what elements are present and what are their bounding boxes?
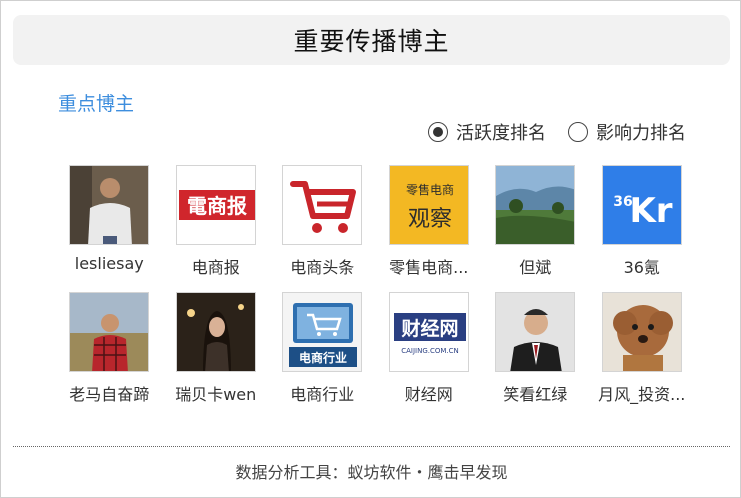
dog-photo-icon: [602, 293, 681, 371]
title-bar: 重要传播博主: [13, 15, 730, 65]
caijing-logo-icon: 财经网 CAIJING.COM.CN: [389, 293, 468, 371]
radio-unselected-icon[interactable]: [568, 122, 588, 142]
person-photo-icon: [496, 293, 575, 371]
ranking-options: 活跃度排名 影响力排名: [428, 119, 686, 145]
blogger-name[interactable]: 电商报: [164, 254, 268, 278]
blogger-item[interactable]: lesliesay: [56, 165, 163, 278]
retail-ecommerce-logo-icon: 零售电商 观察: [389, 166, 468, 244]
svg-text:观察: 观察: [408, 207, 452, 232]
person-photo-icon: [70, 293, 149, 371]
blogger-item[interactable]: 電商报 电商报: [163, 165, 270, 278]
page-title: 重要传播博主: [293, 27, 450, 56]
rank-by-influence-label: 影响力排名: [596, 123, 686, 144]
blogger-avatar[interactable]: 電商报: [175, 165, 256, 245]
svg-text:CAIJING.COM.CN: CAIJING.COM.CN: [401, 347, 459, 355]
blogger-item[interactable]: 瑞贝卡wen: [163, 292, 270, 405]
shopping-cart-logo-icon: [283, 166, 362, 244]
blogger-name[interactable]: 电商行业: [270, 381, 374, 405]
blogger-name[interactable]: 瑞贝卡wen: [164, 381, 268, 405]
36kr-logo-icon: 36 Kr: [602, 166, 681, 244]
blogger-name[interactable]: 零售电商...: [377, 254, 481, 278]
dianshangbao-logo-icon: 電商报: [176, 166, 255, 244]
section-title: 重点博主: [58, 93, 135, 115]
blogger-name[interactable]: 但斌: [483, 254, 587, 278]
blogger-avatar[interactable]: [495, 165, 576, 245]
radio-selected-icon[interactable]: [428, 122, 448, 142]
blogger-item[interactable]: 零售电商 观察 零售电商...: [376, 165, 483, 278]
blogger-avatar[interactable]: [175, 292, 256, 372]
blogger-name[interactable]: 36氪: [590, 254, 694, 278]
svg-text:Kr: Kr: [629, 191, 672, 231]
blogger-avatar[interactable]: [601, 292, 682, 372]
ecommerce-industry-logo-icon: 电商行业: [283, 293, 362, 371]
blogger-item[interactable]: 36 Kr 36氪: [589, 165, 696, 278]
svg-text:電商报: 電商报: [187, 194, 247, 218]
blogger-name[interactable]: 电商头条: [270, 254, 374, 278]
blogger-avatar[interactable]: [69, 292, 150, 372]
svg-text:电商行业: 电商行业: [299, 350, 347, 365]
rank-by-influence-option[interactable]: 影响力排名: [568, 119, 686, 145]
footer-divider: [13, 446, 730, 447]
blogger-name[interactable]: 月风_投资...: [590, 381, 694, 405]
blogger-item[interactable]: 财经网 CAIJING.COM.CN 财经网: [376, 292, 483, 405]
blogger-item[interactable]: 但斌: [482, 165, 589, 278]
blogger-avatar[interactable]: [495, 292, 576, 372]
blogger-name[interactable]: 财经网: [377, 381, 481, 405]
blogger-avatar[interactable]: 36 Kr: [601, 165, 682, 245]
blogger-avatar[interactable]: [69, 165, 150, 245]
svg-text:财经网: 财经网: [401, 317, 458, 340]
blogger-avatar[interactable]: 财经网 CAIJING.COM.CN: [388, 292, 469, 372]
blogger-avatar[interactable]: [282, 165, 363, 245]
blogger-item[interactable]: 电商头条: [269, 165, 376, 278]
blogger-item[interactable]: 老马自奋蹄: [56, 292, 163, 405]
blogger-avatar[interactable]: 零售电商 观察: [388, 165, 469, 245]
person-photo-icon: [176, 293, 255, 371]
blogger-avatar[interactable]: 电商行业: [282, 292, 363, 372]
blogger-item[interactable]: 月风_投资...: [589, 292, 696, 405]
blogger-name[interactable]: 笑看红绿: [483, 381, 587, 405]
landscape-photo-icon: [496, 166, 575, 244]
svg-text:零售电商: 零售电商: [406, 182, 454, 197]
blogger-name[interactable]: lesliesay: [57, 254, 161, 273]
footer-credit: 数据分析工具：蚁坊软件・鹰击早发现: [235, 463, 508, 482]
rank-by-activity-label: 活跃度排名: [456, 123, 546, 144]
blogger-name[interactable]: 老马自奋蹄: [57, 381, 161, 405]
widget-frame: 重要传播博主 重点博主 活跃度排名 影响力排名 lesliesay 電商报 电商…: [0, 0, 741, 498]
blogger-item[interactable]: 笑看红绿: [482, 292, 589, 405]
blogger-grid: lesliesay 電商报 电商报 电商头条 零售电商 观察 零售电商... 但…: [56, 165, 696, 405]
rank-by-activity-option[interactable]: 活跃度排名: [428, 119, 546, 145]
person-photo-icon: [70, 166, 149, 244]
blogger-item[interactable]: 电商行业 电商行业: [269, 292, 376, 405]
